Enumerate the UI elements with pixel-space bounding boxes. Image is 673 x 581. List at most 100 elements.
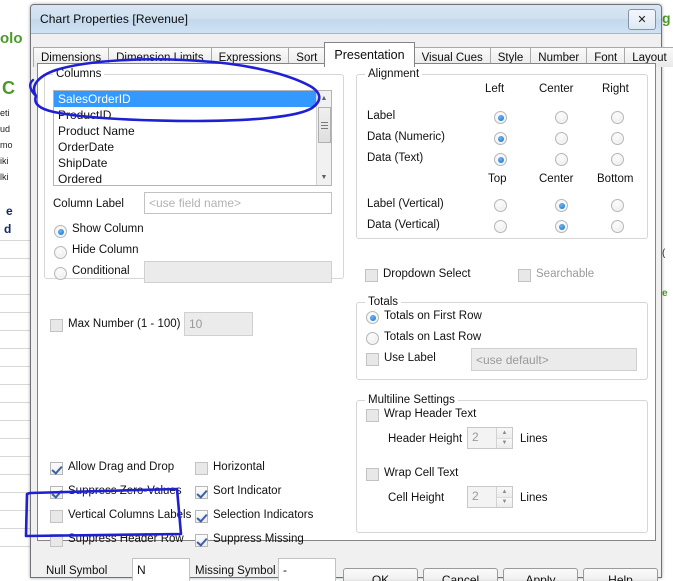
radio-label-left[interactable] [494, 111, 507, 124]
background-page-left: olo C eti ud mo iki lki e d [0, 0, 30, 581]
checkbox-sort-indicator[interactable] [195, 486, 208, 499]
alignment-group-title: Alignment [365, 68, 423, 80]
missing-symbol-input[interactable]: - [278, 558, 336, 581]
checkbox-wrap-cell-text[interactable] [366, 468, 379, 481]
radio-label-center[interactable] [555, 111, 568, 124]
radio-label-vertical-top[interactable] [494, 199, 507, 212]
checkbox-suppress-header-row[interactable] [50, 534, 63, 547]
bg-fragment: d [4, 222, 12, 236]
header-height-value[interactable]: 2 [468, 428, 496, 448]
checkbox-use-label[interactable] [366, 353, 379, 366]
close-icon[interactable]: ✕ [628, 9, 656, 30]
bg-fragment: lki [0, 172, 9, 182]
checkbox-allow-drag-and-drop-label: Allow Drag and Drop [68, 461, 175, 473]
checkbox-suppress-missing[interactable] [195, 534, 208, 547]
column-label-label: Column Label [53, 198, 124, 210]
list-item[interactable]: ProductID [54, 107, 331, 123]
radio-data-text-center[interactable] [555, 153, 568, 166]
spin-up-icon[interactable]: ▲ [497, 487, 512, 497]
bg-fragment: ud [0, 124, 11, 134]
radio-data-vertical-bottom[interactable] [611, 220, 624, 233]
radio-totals-first-row[interactable] [366, 311, 379, 324]
radio-data-vertical-top[interactable] [494, 220, 507, 233]
max-number-input[interactable]: 10 [184, 312, 253, 336]
radio-show-column-label: Show Column [72, 223, 144, 235]
listbox-scrollbar[interactable]: ▲ ▼ [316, 91, 331, 185]
cancel-button[interactable]: Cancel [423, 568, 498, 581]
list-item[interactable]: OrderDate [54, 139, 331, 155]
column-label-input[interactable]: <use field name> [144, 192, 332, 214]
cell-height-value[interactable]: 2 [468, 487, 496, 507]
radio-label-right[interactable] [611, 111, 624, 124]
radio-totals-last-row[interactable] [366, 332, 379, 345]
radio-data-numeric-right[interactable] [611, 132, 624, 145]
bg-fragment: g [662, 10, 671, 26]
multiline-group-title: Multiline Settings [365, 394, 458, 406]
scroll-up-arrow-icon[interactable]: ▲ [317, 91, 331, 106]
checkbox-searchable[interactable] [518, 269, 531, 282]
checkbox-max-number[interactable] [50, 319, 63, 332]
radio-data-numeric-left[interactable] [494, 132, 507, 145]
checkbox-horizontal[interactable] [195, 462, 208, 475]
cell-height-spinner[interactable]: 2 ▲ ▼ [467, 486, 513, 508]
valign-header-top: Top [488, 173, 507, 185]
radio-hide-column[interactable] [54, 246, 67, 259]
align-header-right: Right [602, 83, 629, 95]
radio-data-numeric-center[interactable] [555, 132, 568, 145]
scrollbar-thumb[interactable] [318, 107, 331, 143]
align-row-label: Label [367, 110, 396, 122]
checkbox-wrap-header-text[interactable] [366, 409, 379, 422]
radio-data-vertical-center[interactable] [555, 220, 568, 233]
radio-label-vertical-bottom[interactable] [611, 199, 624, 212]
checkbox-vertical-columns-labels[interactable] [50, 510, 63, 523]
checkbox-suppress-zero-values[interactable] [50, 486, 63, 499]
bg-fragment: C [2, 78, 15, 98]
help-button[interactable]: Help [583, 568, 658, 581]
checkbox-dropdown-select[interactable] [365, 269, 378, 282]
header-height-spinner[interactable]: 2 ▲ ▼ [467, 427, 513, 449]
apply-button[interactable]: Apply [503, 568, 578, 581]
checkbox-dropdown-select-label: Dropdown Select [383, 268, 471, 280]
multiline-group: Multiline Settings Wrap Header Text Head… [356, 394, 648, 533]
checkbox-suppress-missing-label: Suppress Missing [213, 533, 304, 545]
header-height-spin-arrows: ▲ ▼ [496, 428, 512, 448]
radio-label-vertical-center[interactable] [555, 199, 568, 212]
null-symbol-label: Null Symbol [46, 565, 108, 577]
checkbox-max-number-label: Max Number (1 - 100) [68, 318, 181, 330]
spin-down-icon[interactable]: ▼ [497, 437, 512, 448]
list-item[interactable]: Ordered [54, 171, 331, 185]
tab-presentation[interactable]: Presentation [324, 42, 415, 67]
columns-group-title: Columns [53, 68, 105, 80]
bg-table [0, 240, 30, 564]
checkbox-vertical-columns-labels-label: Vertical Columns Labels [68, 509, 192, 521]
null-symbol-input[interactable]: N [132, 558, 190, 581]
scroll-down-arrow-icon[interactable]: ▼ [317, 170, 331, 185]
radio-conditional[interactable] [54, 267, 67, 280]
checkbox-selection-indicators[interactable] [195, 510, 208, 523]
valign-row-label: Label (Vertical) [367, 198, 444, 210]
checkbox-use-label-label: Use Label [384, 352, 436, 364]
conditional-input[interactable] [144, 261, 332, 283]
header-lines-label: Lines [520, 433, 548, 445]
list-item[interactable]: SalesOrderID [54, 91, 331, 107]
ok-button[interactable]: OK [343, 568, 418, 581]
list-item[interactable]: ShipDate [54, 155, 331, 171]
spin-up-icon[interactable]: ▲ [497, 428, 512, 438]
missing-symbol-label: Missing Symbol [195, 565, 276, 577]
list-item[interactable]: Product Name [54, 123, 331, 139]
checkbox-allow-drag-and-drop[interactable] [50, 462, 63, 475]
totals-label-input[interactable]: <use default> [471, 348, 637, 371]
radio-data-text-right[interactable] [611, 153, 624, 166]
cell-height-spin-arrows: ▲ ▼ [496, 487, 512, 507]
columns-listbox[interactable]: SalesOrderID ProductID Product Name Orde… [53, 90, 332, 186]
radio-conditional-label: Conditional [72, 265, 130, 277]
align-header-center: Center [539, 83, 574, 95]
radio-show-column[interactable] [54, 225, 67, 238]
bg-fragment: mo [0, 140, 13, 150]
checkbox-sort-indicator-label: Sort Indicator [213, 485, 282, 497]
spin-down-icon[interactable]: ▼ [497, 496, 512, 507]
valign-header-center: Center [539, 173, 574, 185]
checkbox-searchable-label: Searchable [536, 268, 595, 280]
radio-data-text-left[interactable] [494, 153, 507, 166]
bg-fragment: olo [0, 30, 23, 47]
